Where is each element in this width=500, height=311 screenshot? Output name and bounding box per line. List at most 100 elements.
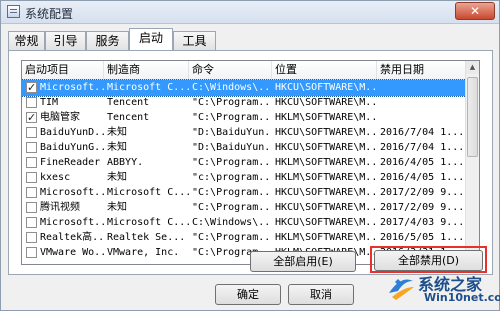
row-checkbox[interactable] <box>26 187 37 198</box>
column-header-disable-date[interactable]: 禁用日期 <box>377 61 468 79</box>
tab-boot[interactable]: 引导 <box>45 31 86 50</box>
cell-command: "C:\Program... <box>192 112 272 123</box>
cell-command: "C:\Program... <box>192 202 272 213</box>
watermark-url: Win10net.com <box>424 291 500 304</box>
cell-date <box>380 95 468 111</box>
cell-date: 2016/5/05 1... <box>380 232 465 243</box>
tab-startup[interactable]: 启动 <box>129 28 173 50</box>
cell-item: Microsoft... <box>40 187 104 198</box>
row-checkbox[interactable] <box>26 110 37 126</box>
row-checkbox[interactable] <box>26 157 37 168</box>
cell-maker: 未知 <box>107 142 127 153</box>
row-checkbox[interactable] <box>26 247 37 258</box>
table-row[interactable]: 电脑管家 Tencent "C:\Program...HKLM\SOFTWARE\M… <box>22 110 468 126</box>
column-header-command[interactable]: 命令 <box>189 61 272 79</box>
row-checkbox[interactable] <box>26 172 37 183</box>
cell-maker: 未知 <box>107 202 127 213</box>
cell-item: kxesc <box>40 172 71 183</box>
row-checkbox[interactable] <box>26 142 37 153</box>
column-header-startup-item[interactable]: 启动项目 <box>22 61 104 79</box>
row-checkbox[interactable] <box>26 232 37 243</box>
cell-date: 2017/2/09 9... <box>380 187 465 198</box>
cell-item: Microsoft... <box>40 217 104 228</box>
cell-maker: 未知 <box>107 172 127 183</box>
scroll-thumb[interactable] <box>467 77 478 157</box>
cell-date: 2017/4/03 9... <box>380 217 465 228</box>
cell-location: HKCU\SOFTWARE\M... <box>275 187 377 198</box>
ok-button[interactable]: 确定 <box>215 284 281 305</box>
vertical-scrollbar[interactable]: ▲ ▼ <box>465 61 479 264</box>
close-button[interactable]: ✕ <box>455 2 495 20</box>
table-row[interactable]: BaiduYunG...未知 "D:\BaiduYun...HKCU\SOFTWA… <box>22 140 468 156</box>
title-bar[interactable]: 系统配置 ✕ <box>1 1 499 24</box>
table-row[interactable]: Microsoft...Microsoft C...C:\Windows\...… <box>22 215 468 231</box>
cell-maker: Tencent <box>107 112 150 123</box>
cell-location: HKCU\SOFTWARE\M... <box>275 217 377 228</box>
cell-item: 腾讯视频 <box>40 202 80 213</box>
tab-general[interactable]: 常规 <box>8 31 45 50</box>
table-row[interactable]: 腾讯视频 未知 "C:\Program... HKCU\SOFTWARE\M... 20… <box>22 200 468 216</box>
system-config-window: 系统配置 ✕ 常规 引导 服务 启动 工具 启动项目 制造商 命令 位置 禁用日… <box>0 0 500 311</box>
cell-item: TIM <box>40 97 59 108</box>
cell-command: "D:\BaiduYun... <box>192 142 272 153</box>
cell-location: HKLM\SOFTWARE\M... <box>275 172 377 183</box>
cell-maker: Microsoft C... <box>107 187 189 198</box>
cell-item: BaiduYunG... <box>40 142 104 153</box>
startup-items-list[interactable]: 启动项目 制造商 命令 位置 禁用日期 Microsoft...Microsof… <box>21 60 480 265</box>
table-row[interactable]: Microsoft...Microsoft C...C:\Windows\...… <box>22 79 469 97</box>
cell-item: FineReader <box>40 157 101 168</box>
cell-item: Microsoft... <box>40 82 104 93</box>
column-header-location[interactable]: 位置 <box>272 61 377 79</box>
cell-maker: VMware, Inc. <box>107 247 180 258</box>
row-checkbox[interactable] <box>26 127 37 138</box>
cell-location: HKLM\SOFTWARE\M... <box>275 112 377 123</box>
cell-date: 2017/2/09 9... <box>380 202 465 213</box>
table-row[interactable]: TIM Tencent "C:\Program... HKCU\SOFTWARE\M.… <box>22 95 468 111</box>
cell-date: 2016/4/05 1... <box>380 172 465 183</box>
cell-maker: Microsoft C... <box>107 217 189 228</box>
row-checkbox[interactable] <box>26 217 37 228</box>
cell-item: BaiduYunD... <box>40 127 104 138</box>
row-checkbox[interactable] <box>26 97 37 108</box>
table-row[interactable]: Realtek高... Realtek Se... "C:\Program... HK… <box>22 230 468 246</box>
enable-all-button[interactable]: 全部启用(E) <box>250 251 356 272</box>
table-row[interactable]: BaiduYunD...未知 "D:\BaiduYun...HKCU\SOFTWA… <box>22 125 468 141</box>
cell-date <box>380 80 468 96</box>
cell-date: 2016/4/05 1... <box>380 157 465 168</box>
scroll-up-icon[interactable]: ▲ <box>466 61 479 74</box>
cell-date: 2016/7/04 1... <box>380 142 465 153</box>
cell-location: HKCU\SOFTWARE\M... <box>275 127 377 138</box>
cell-location: HKCU\SOFTWARE\M... <box>275 97 377 108</box>
cell-item: VMware Wo... <box>40 247 104 258</box>
win10net-logo-icon <box>389 279 414 300</box>
cell-maker: Microsoft C... <box>107 82 189 93</box>
row-checkbox[interactable] <box>26 80 37 96</box>
cell-command: "C:\Program... <box>192 232 272 243</box>
watermark: 系统之家 Win10net.com <box>386 269 500 309</box>
tab-tools[interactable]: 工具 <box>173 31 216 50</box>
cell-command: "c:\program... <box>192 172 272 183</box>
cell-maker: Realtek Se... <box>107 232 186 243</box>
cell-item: Realtek高... <box>40 232 104 243</box>
cell-command: "D:\BaiduYun... <box>192 127 272 138</box>
cell-command: "C:\Program... <box>192 157 272 168</box>
cell-location: HKCU\SOFTWARE\M... <box>275 82 377 93</box>
table-row[interactable]: FineReader ABBYY. "C:\Program... HKLM\SOFTW… <box>22 155 468 171</box>
cell-command: C:\Windows\... <box>192 217 272 228</box>
cell-date: 2016/7/04 1... <box>380 127 465 138</box>
column-header-manufacturer[interactable]: 制造商 <box>104 61 189 79</box>
cell-date <box>380 110 468 126</box>
table-row[interactable]: kxesc 未知 "c:\program... HKLM\SOFTWARE\M... 2… <box>22 170 468 186</box>
tab-services[interactable]: 服务 <box>86 31 129 50</box>
cell-maker: ABBYY. <box>107 157 144 168</box>
cell-command: "C:\Program... <box>192 187 272 198</box>
cell-location: HKLM\SOFTWARE\M... <box>275 157 377 168</box>
cell-maker: Tencent <box>107 97 150 108</box>
cancel-button[interactable]: 取消 <box>288 284 354 305</box>
cell-maker: 未知 <box>107 127 127 138</box>
table-row[interactable]: Microsoft...Microsoft C..."C:\Program...… <box>22 185 468 201</box>
window-title: 系统配置 <box>25 7 74 21</box>
row-checkbox[interactable] <box>26 202 37 213</box>
startup-panel: 启动项目 制造商 命令 位置 禁用日期 Microsoft...Microsof… <box>8 50 493 275</box>
msconfig-app-icon <box>7 5 20 18</box>
